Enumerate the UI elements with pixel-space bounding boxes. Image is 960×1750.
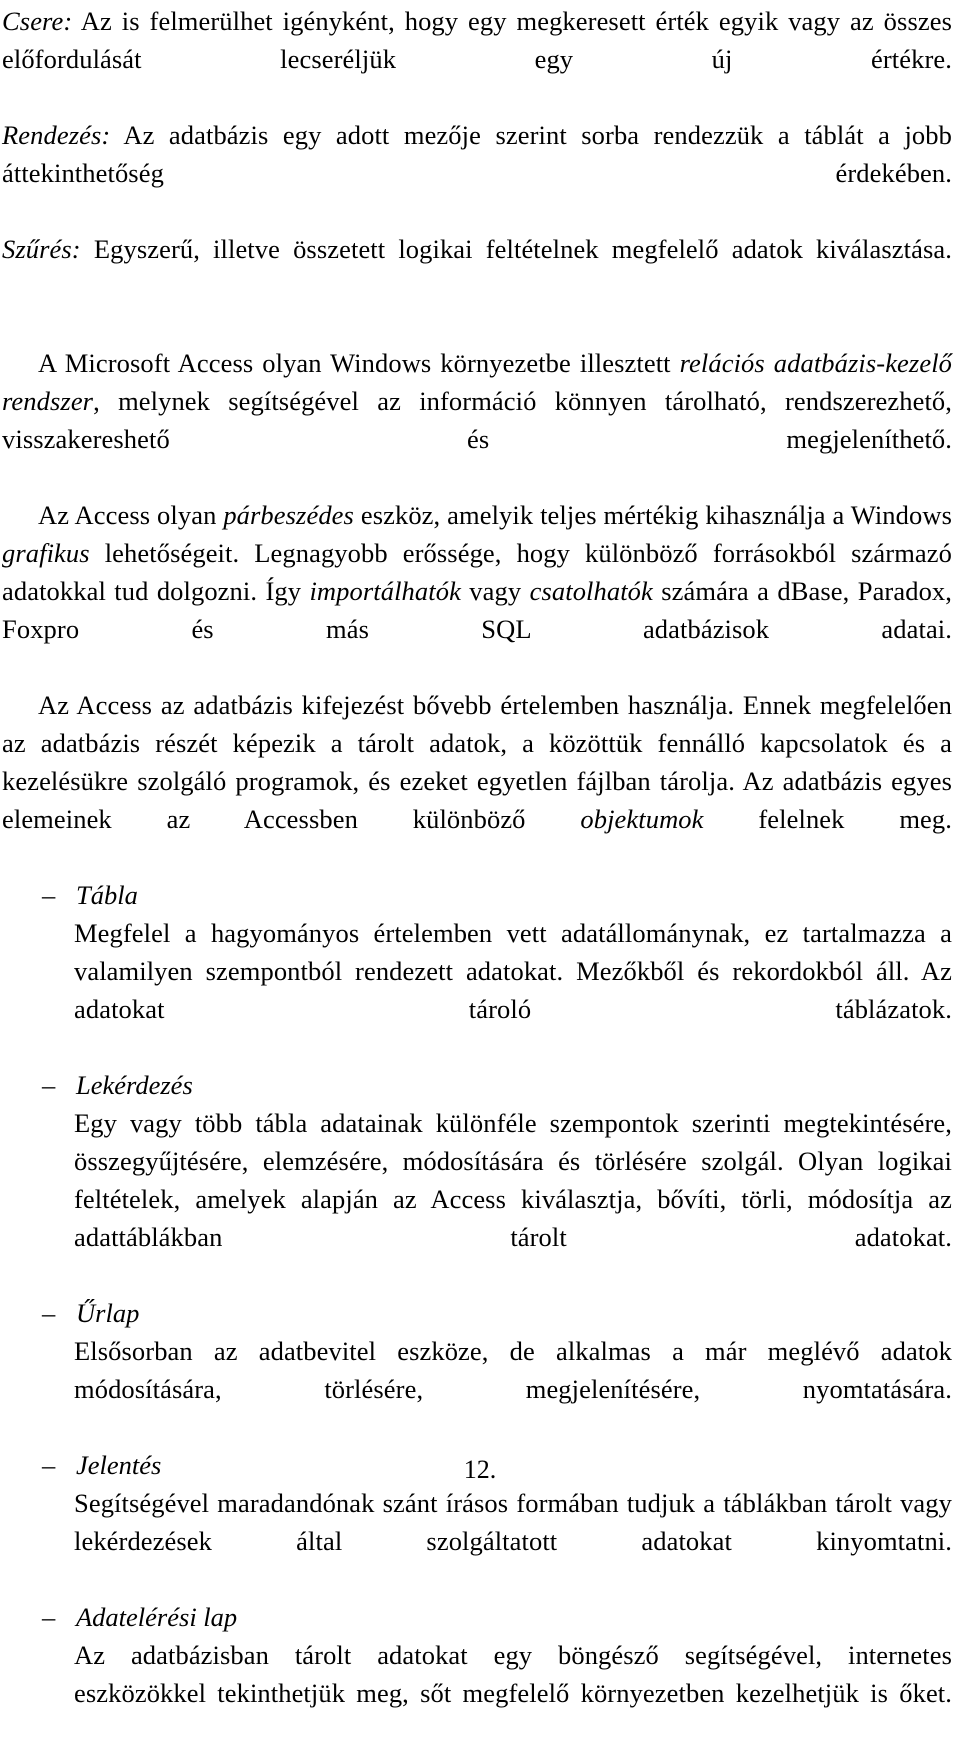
term-label-csere: Csere: [2,6,73,36]
list-item-title-adatelerési-lap: Adatelérési lap [76,1602,238,1632]
document-page: Csere: Az is felmerülhet igényként, hogy… [0,0,960,1708]
list-item-header-lekerdezes: – Lekérdezés [2,1066,952,1104]
paragraph-access-database-meaning: Az Access az adatbázis kifejezést bővebb… [2,686,952,876]
dash-bullet-icon: – [42,1070,56,1100]
list-item-body-tabla: Megfelel a hagyományos értelemben vett a… [74,918,952,1024]
list-item-header-adatelerési-lap: – Adatelérési lap [2,1598,952,1636]
paragraph-access-intro: A Microsoft Access olyan Windows környez… [2,344,952,496]
list-item-body-adatelerési-lap: Az adatbázisban tárolt adatokat egy böng… [74,1640,952,1708]
term-definition-szures: Szűrés: Egyszerű, illetve összetett logi… [2,230,952,306]
page-content: Csere: Az is felmerülhet igényként, hogy… [2,2,952,1750]
list-item: – Lekérdezés Egy vagy több tábla adatain… [2,1066,952,1294]
list-item-header-tabla: – Tábla [2,876,952,914]
term-definition-csere: Csere: Az is felmerülhet igényként, hogy… [2,2,952,116]
list-item-body-jelentes: Segítségével maradandónak szánt írásos f… [74,1488,952,1556]
emphasis-parbeszedes: párbeszédes [223,500,354,530]
term-text-szures: Egyszerű, illetve összetett logikai felt… [80,234,952,264]
list-item: – Adatelérési lap Az adatbázisban tárolt… [2,1598,952,1750]
list-item-title-tabla: Tábla [76,880,138,910]
paragraph-access-dialog-part1: Az Access olyan [38,500,224,530]
database-objects-list: – Tábla Megfelel a hagyományos értelembe… [2,876,952,1750]
paragraph-access-dialog-part4: vagy [460,576,530,606]
paragraph-access-database-meaning-part2: felelnek meg. [703,804,952,834]
emphasis-objektumok: objektumok [580,804,704,834]
emphasis-csatolhatok: csatolhatók [529,576,653,606]
list-item-body-urlap: Elsősorban az adatbevitel eszköze, de al… [74,1336,952,1404]
dash-bullet-icon: – [42,1298,56,1328]
emphasis-importalhatok: importálhatók [309,576,461,606]
paragraph-access-intro-part2: , melynek segítségével az információ kön… [2,386,952,454]
page-number: 12. [463,1455,497,1484]
dash-bullet-icon: – [42,880,56,910]
paragraph-access-dialog-part2: eszköz, amelyik teljes mértékig kihaszná… [353,500,953,530]
list-item-title-lekerdezes: Lekérdezés [76,1070,193,1100]
list-item-body-lekerdezes: Egy vagy több tábla adatainak különféle … [74,1108,952,1252]
list-item-title-urlap: Űrlap [76,1298,140,1328]
paragraph-access-dialog: Az Access olyan párbeszédes eszköz, amel… [2,496,952,686]
list-item: – Tábla Megfelel a hagyományos értelembe… [2,876,952,1066]
term-definition-rendezes: Rendezés: Az adatbázis egy adott mezője … [2,116,952,230]
dash-bullet-icon: – [42,1602,56,1632]
term-label-rendezes: Rendezés: [2,120,111,150]
emphasis-grafikus: grafikus [2,538,90,568]
term-text-csere: Az is felmerülhet igényként, hogy egy me… [2,6,952,74]
list-item-header-urlap: – Űrlap [2,1294,952,1332]
list-item: – Űrlap Elsősorban az adatbevitel eszköz… [2,1294,952,1446]
term-text-rendezes: Az adatbázis egy adott mezője szerint so… [2,120,952,188]
paragraph-access-intro-part1: A Microsoft Access olyan Windows környez… [38,348,680,378]
term-label-szures: Szűrés: [2,234,81,264]
